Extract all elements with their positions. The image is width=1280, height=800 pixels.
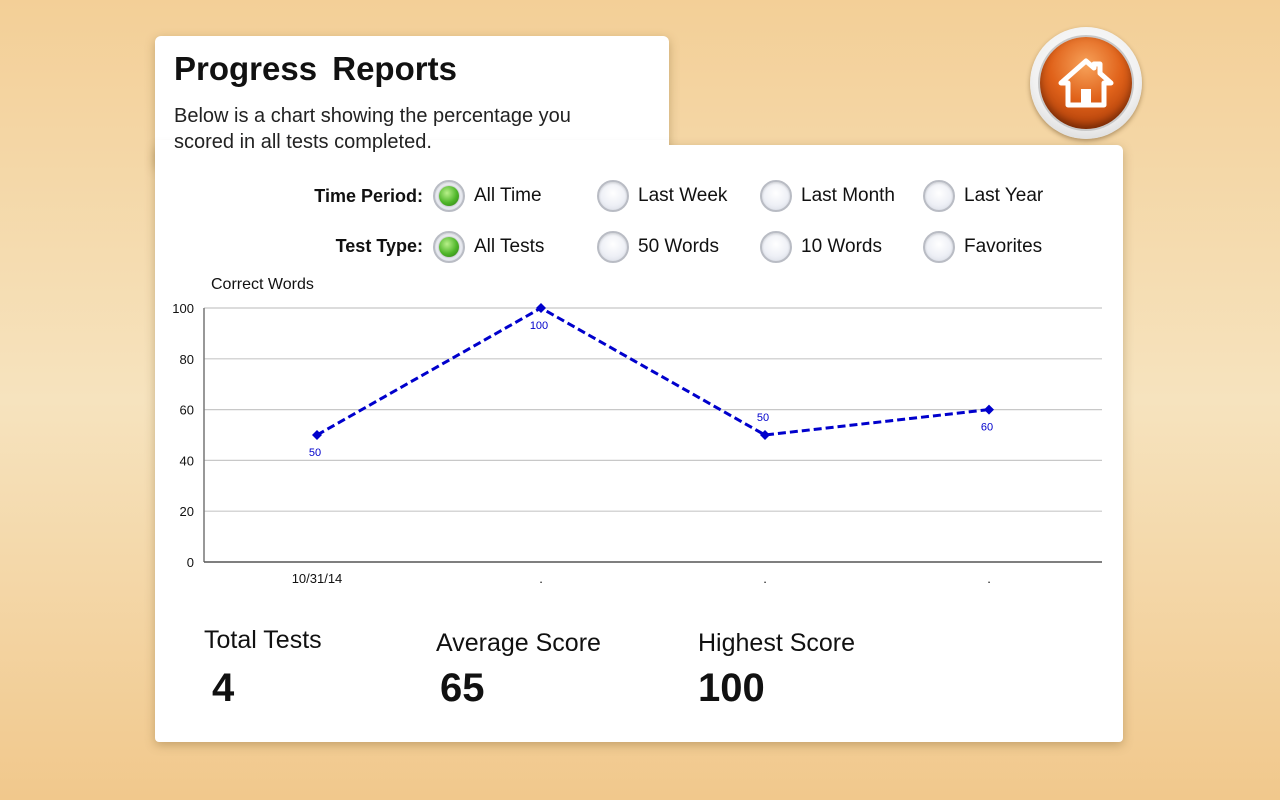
- highest-score-label: Highest Score: [698, 629, 856, 657]
- y-tick-label: 100: [172, 301, 194, 316]
- data-label: 50: [309, 447, 321, 459]
- radio-button[interactable]: [923, 180, 955, 212]
- radio-button[interactable]: [433, 231, 465, 263]
- type-option-label: 10 Words: [801, 236, 882, 257]
- home-button[interactable]: [1030, 27, 1142, 139]
- type-option-label: All Tests: [474, 236, 545, 257]
- time-option-last-week[interactable]: Last Week: [597, 180, 727, 212]
- y-tick-label: 0: [187, 555, 194, 570]
- highest-score-value: 100: [698, 666, 765, 710]
- type-option-label: Favorites: [964, 236, 1043, 257]
- radio-button[interactable]: [760, 231, 792, 263]
- y-tick-label: 60: [180, 403, 194, 418]
- type-option-favorites[interactable]: Favorites: [923, 231, 1042, 263]
- time-option-all-time[interactable]: All Time: [433, 180, 542, 212]
- time-option-label: All Time: [474, 185, 542, 206]
- radio-button[interactable]: [433, 180, 465, 212]
- page-description: Below is a chart showing the percentage …: [174, 105, 571, 153]
- page-title: Progress Reports: [174, 50, 457, 87]
- time-option-label: Last Year: [964, 185, 1044, 206]
- radio-button[interactable]: [760, 180, 792, 212]
- time-option-last-year[interactable]: Last Year: [923, 180, 1043, 212]
- data-label: 100: [530, 320, 548, 332]
- x-tick-label: .: [763, 571, 767, 586]
- data-label: 50: [757, 412, 769, 424]
- selected-dot: [439, 186, 459, 206]
- y-tick-label: 80: [180, 352, 194, 367]
- test-type-label: Test Type:: [335, 236, 423, 256]
- x-tick-label: .: [987, 571, 991, 586]
- x-tick-label: 10/31/14: [292, 571, 343, 586]
- type-option-50-words[interactable]: 50 Words: [597, 231, 719, 263]
- average-score-value: 65: [440, 666, 485, 710]
- y-axis-title: Correct Words: [211, 276, 314, 293]
- time-option-label: Last Week: [638, 185, 728, 206]
- radio-button[interactable]: [597, 231, 629, 263]
- time-option-label: Last Month: [801, 185, 895, 206]
- y-tick-label: 40: [180, 453, 194, 468]
- time-option-last-month[interactable]: Last Month: [760, 180, 895, 212]
- home-button-face: [1040, 37, 1132, 129]
- type-option-all-tests[interactable]: All Tests: [433, 231, 544, 263]
- total-tests-value: 4: [212, 666, 235, 710]
- type-option-label: 50 Words: [638, 236, 719, 257]
- progress-chart: Correct Words 0 20 40 60 80 100 10/31/14.. . 50 10…: [172, 276, 1102, 586]
- type-option-10-words[interactable]: 10 Words: [760, 231, 882, 263]
- radio-button[interactable]: [597, 180, 629, 212]
- selected-dot: [439, 237, 459, 257]
- y-tick-label: 20: [180, 504, 194, 519]
- time-period-label: Time Period:: [314, 186, 423, 206]
- data-label: 60: [981, 422, 993, 434]
- series-line: [316, 306, 990, 437]
- home-icon: [1058, 58, 1114, 108]
- total-tests-label: Total Tests: [204, 626, 322, 654]
- data-point: [984, 404, 994, 415]
- radio-button[interactable]: [923, 231, 955, 263]
- average-score-label: Average Score: [436, 629, 601, 657]
- x-tick-label: .: [539, 571, 543, 586]
